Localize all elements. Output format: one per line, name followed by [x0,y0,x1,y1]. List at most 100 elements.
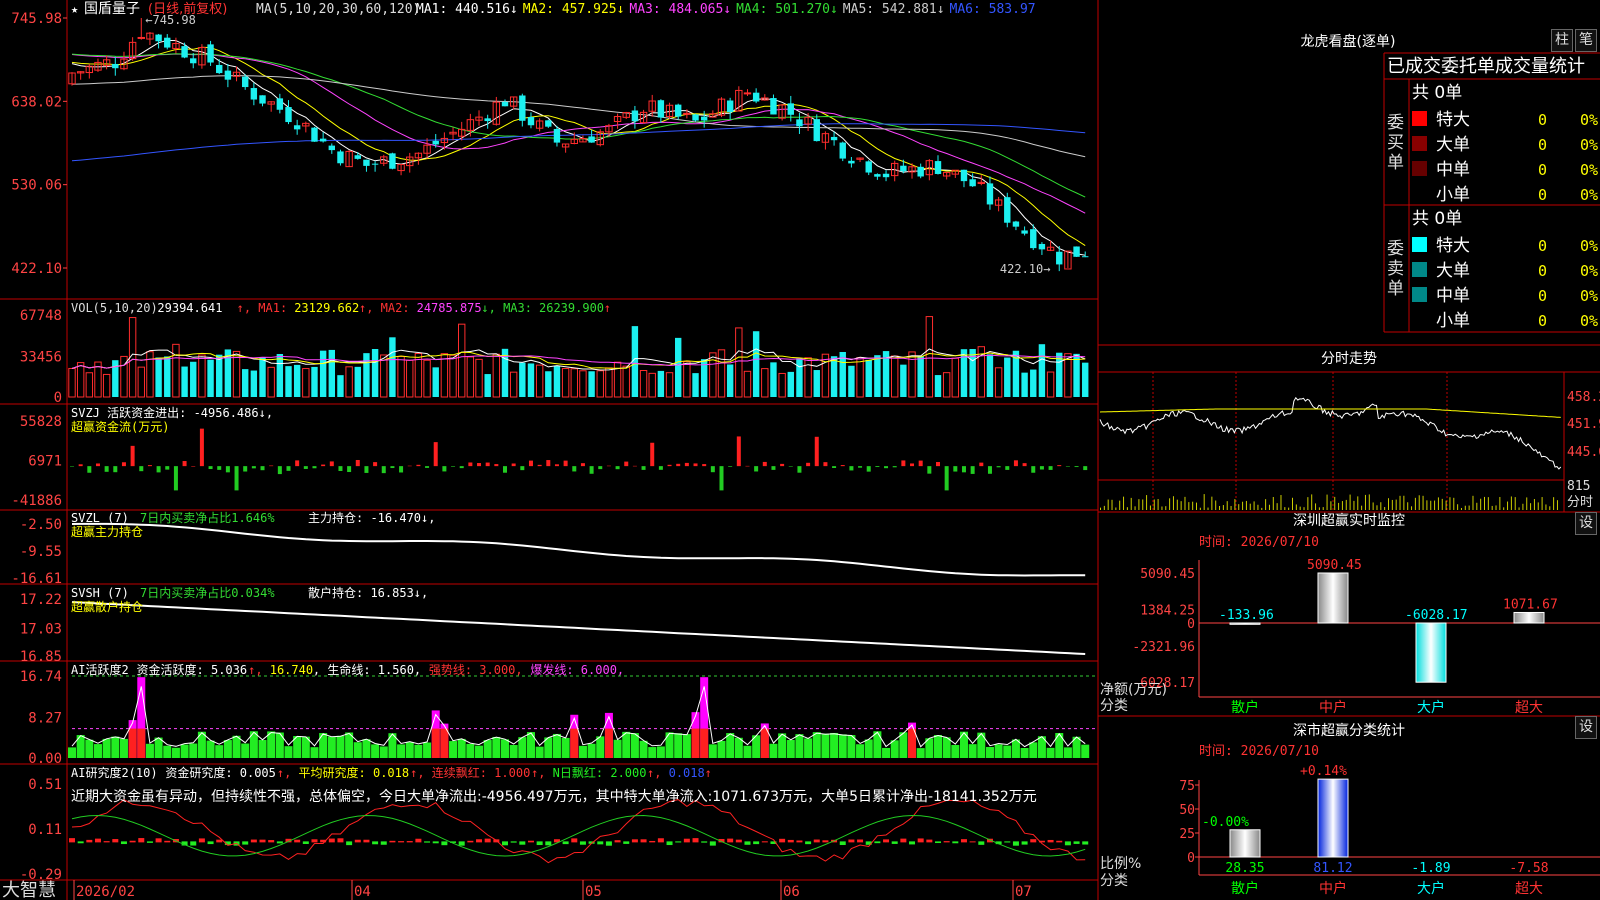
activity-bar [882,747,891,758]
candle-down [319,138,327,142]
research-bar [536,841,543,846]
fenshi-price-label: 451.9 [1567,417,1600,432]
volume-bar-down [900,364,907,397]
research-bar [753,841,760,845]
bar-mode-button[interactable]: 柱 [1551,29,1573,52]
activity-bar [873,731,882,758]
sz-time: 时间: 2026/07/10 [1199,535,1319,550]
candle-down [337,151,344,164]
fund-flow-bar-up [910,463,915,467]
volume-bar-down [726,364,734,397]
svsh-label: SVSH (7) [71,586,129,600]
fund-flow-bar-down [788,466,793,467]
activity-bar [665,732,674,758]
candle-down [839,142,846,159]
fenshi-vol-bar [1430,500,1432,510]
fund-flow-bar-up [676,463,681,467]
activity-bar [717,740,726,758]
volume-bar-up [449,354,457,398]
activity-bar [483,740,492,758]
research-bar [623,841,630,844]
fund-flow-bar-down [459,466,464,469]
fund-flow-bar-up [762,461,767,467]
fenshi-vol-bar [1288,507,1290,510]
research-bar [1082,841,1089,845]
sz-category: 大户 [1417,699,1445,716]
volume-bar-down [1073,353,1080,397]
ss-title: 深市超赢分类统计 [1293,722,1405,739]
activity-bar [1003,745,1012,758]
fund-flow-bar-down [347,466,352,473]
fund-flow-bar-up [546,460,551,467]
activity-bar [353,742,362,758]
ai2-header: 资金研究度: 0.005 [165,765,276,780]
fund-flow-bar-up [632,465,637,467]
sz-tick-label: 0 [1187,617,1195,632]
fund-flow-bar-down [260,466,265,471]
volume-bar-up [613,361,622,398]
ai2-header: ↑, [531,766,545,780]
ss-tick-label: 50 [1179,803,1195,818]
sz-category: 散户 [1231,699,1259,716]
fenshi-vol-bar [1311,494,1313,510]
vol-header: ↑, MA1: [237,301,288,315]
svsh-tick-label: 17.22 [20,592,62,608]
fenshi-vol-bar [1503,507,1505,510]
chart-area[interactable]: 745.98638.02530.06422.10←745.98422.10→★ 国… [0,0,1600,900]
fund-flow-bar-up [433,442,438,467]
sell-row-name: 中单 [1436,286,1470,306]
research-bar [631,839,638,843]
svsh-hold: 散户持仓: 16.853↓, [308,585,428,600]
fund-flow-bar-down [754,466,759,472]
fenshi-vol-bar [1422,495,1424,510]
research-bar [701,841,708,843]
fenshi-vol-bar [1180,501,1182,510]
fenshi-vol-bar [1518,507,1520,510]
fenshi-vol-bar [1476,502,1478,510]
volume-bar-up [804,357,812,398]
sz-settings-button[interactable]: 设 [1575,512,1597,535]
buy-side-label: 委 [1387,113,1404,133]
volume-bar-down [363,353,370,397]
fenshi-vol-bar [1219,505,1221,510]
volume-bar-up [856,357,864,398]
fund-flow-bar-down [987,466,992,474]
candle-up [137,36,145,39]
sz-fenlei-label: 分类 [1100,698,1128,714]
fenshi-vol-bar [1138,499,1140,510]
sz-bar [1229,622,1261,625]
fenshi-vol-bar [1522,503,1524,510]
activity-bar [223,740,232,758]
fenshi-vol-bar [1161,506,1163,510]
volume-bar-up [596,370,604,398]
fund-flow-bar-up [814,436,819,467]
fenshi-vol-bar [1176,499,1178,510]
fund-flow-bar-up [650,442,655,467]
fund-flow-bar-down [1031,466,1036,473]
research-bar [666,841,673,846]
ss-settings-button[interactable]: 设 [1575,716,1597,739]
buy-row-value: 0 [1538,136,1547,154]
fenshi-vol-bar [1234,499,1236,510]
research-bar [398,841,405,843]
research-bar [484,838,491,843]
buy-row-name: 小单 [1436,185,1470,205]
research-bar [346,841,353,846]
volume-bar-up [137,366,145,398]
svzj-tick-label: 55828 [20,414,62,430]
research-bar [1073,841,1080,844]
fund-flow-bar-down [312,466,317,469]
fund-flow-bar-up [130,445,135,467]
research-bar [458,841,465,846]
buy-row-value: 0 [1538,111,1547,129]
fund-flow-bar-up [745,465,750,467]
activity-bar-base [431,728,440,758]
research-bar [328,838,335,843]
fund-flow-bar-down [658,466,663,470]
activity-bar [1046,747,1055,758]
volume-bar-up [622,365,630,398]
fund-flow-bar-up [806,462,811,467]
tick-mode-button[interactable]: 笔 [1575,29,1597,52]
fenshi-vol-bar [1334,496,1336,510]
candle-down [865,161,872,173]
